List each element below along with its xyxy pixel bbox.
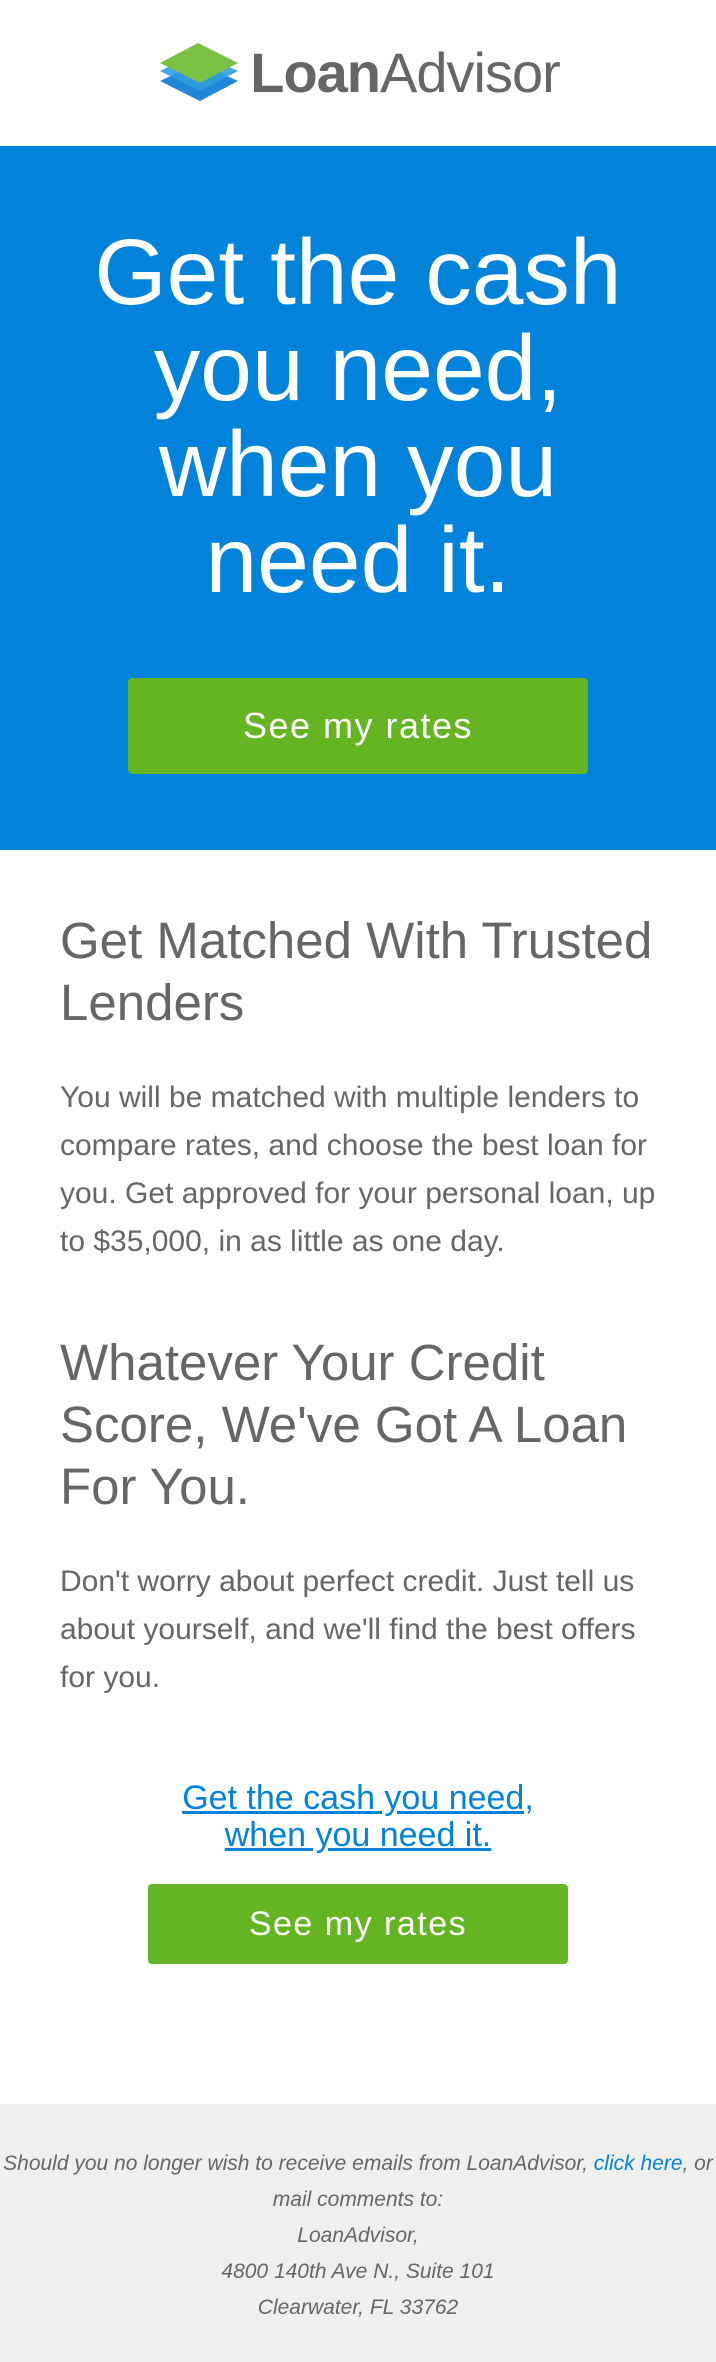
hero-banner: Get the cash you need, when you need it.… — [0, 146, 716, 850]
unsubscribe-link[interactable]: click here — [594, 2152, 683, 2175]
credit-score-section: Whatever Your Credit Score, We've Got A … — [60, 1332, 656, 1702]
section-title: Get Matched With Trusted Lenders — [60, 912, 653, 1031]
hero-see-my-rates-button[interactable]: See my rates — [128, 678, 588, 774]
cta-block: Get the cash you need, when you need it.… — [60, 1780, 656, 1964]
header: LoanAdvisor — [0, 0, 716, 146]
hero-title: Get the cash you need, when you need it. — [94, 220, 622, 612]
footer-address-line1: 4800 140th Ave N., Suite 101 — [221, 2260, 495, 2283]
email-page: LoanAdvisor Get the cash you need, when … — [0, 0, 716, 2362]
section-body: Don't worry about perfect credit. Just t… — [60, 1565, 636, 1694]
logo-wordmark-light: Advisor — [380, 41, 561, 104]
footer-company: LoanAdvisor, — [297, 2224, 419, 2247]
footer-address-line2: Clearwater, FL 33762 — [257, 2296, 459, 2319]
cta-link[interactable]: Get the cash you need, when you need it. — [148, 1780, 568, 1854]
logo-wordmark-bold: Loan — [250, 41, 381, 104]
cta-see-my-rates-button[interactable]: See my rates — [148, 1884, 568, 1964]
section-body: You will be matched with multiple lender… — [60, 1081, 656, 1258]
logo-wordmark: LoanAdvisor — [250, 45, 560, 101]
footer-text-prefix: Should you no longer wish to receive ema… — [3, 2152, 594, 2175]
section-title: Whatever Your Credit Score, We've Got A … — [60, 1334, 628, 1515]
matched-lenders-section: Get Matched With Trusted Lenders You wil… — [60, 910, 656, 1266]
logo-mark-icon — [160, 43, 239, 101]
loanadvisor-logo[interactable]: LoanAdvisor — [156, 41, 561, 105]
main-content: Get Matched With Trusted Lenders You wil… — [0, 850, 716, 2104]
footer: Should you no longer wish to receive ema… — [0, 2104, 716, 2362]
footer-unsubscribe-text: Should you no longer wish to receive ema… — [0, 2146, 716, 2218]
